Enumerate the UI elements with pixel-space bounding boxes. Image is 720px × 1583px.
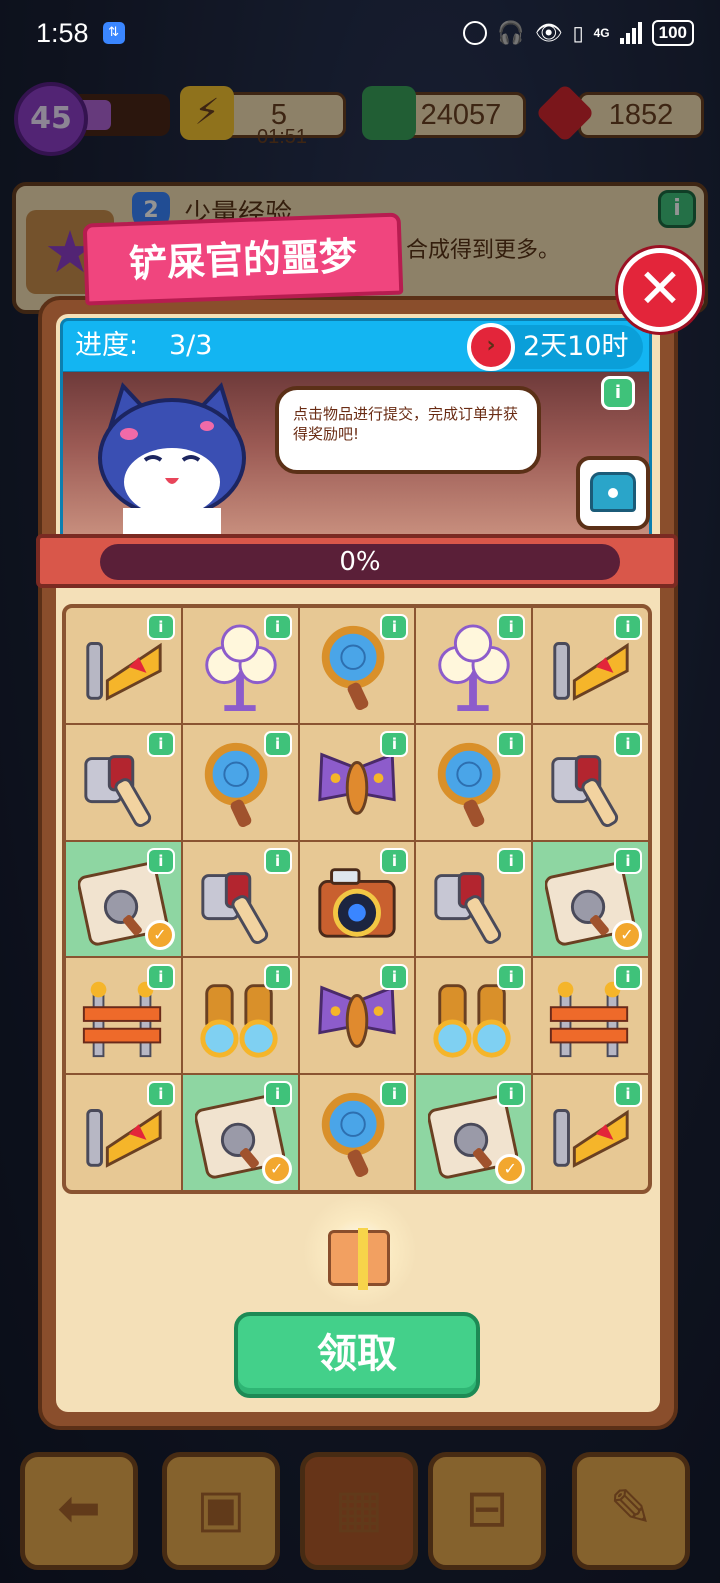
grid-cell-sign[interactable]: i bbox=[66, 1075, 181, 1190]
hint-speech-bubble: 点击物品进行提交，完成订单并获得奖励吧! bbox=[275, 386, 541, 474]
info-icon[interactable]: i bbox=[146, 1081, 175, 1108]
checkmark-icon: ✓ bbox=[612, 920, 642, 951]
info-icon[interactable]: i bbox=[614, 614, 642, 640]
grid-cell-evidence-bag[interactable]: i ✓ bbox=[182, 1075, 298, 1190]
grid-cell-flashlight[interactable]: i bbox=[66, 724, 181, 840]
checkmark-icon: ✓ bbox=[495, 1154, 526, 1184]
grid-cell-evidence-bag[interactable]: i ✓ bbox=[66, 841, 181, 957]
time-left-text: 2天10时 bbox=[523, 331, 629, 362]
grid-cell-magnifier[interactable]: i bbox=[299, 608, 415, 723]
alarm-icon bbox=[463, 21, 488, 45]
checkmark-icon: ✓ bbox=[261, 1154, 292, 1184]
event-title-ribbon: 铲屎官的噩梦 bbox=[82, 212, 404, 306]
time-remaining: › 2天10时 bbox=[467, 323, 643, 371]
event-scene: 点击物品进行提交，完成订单并获得奖励吧! i bbox=[60, 372, 652, 536]
grid-cell-magnifier[interactable]: i bbox=[182, 724, 298, 840]
info-icon[interactable]: i bbox=[380, 730, 409, 757]
info-icon[interactable]: i bbox=[263, 847, 292, 874]
completion-bar: 0% bbox=[100, 544, 620, 580]
info-icon[interactable]: i bbox=[614, 964, 642, 991]
info-icon[interactable]: i bbox=[146, 730, 175, 757]
completion-plank: 0% bbox=[36, 534, 678, 588]
eye-icon: 👁 bbox=[534, 20, 563, 45]
info-icon[interactable]: i bbox=[614, 730, 642, 757]
info-icon[interactable]: i bbox=[380, 964, 409, 991]
info-icon[interactable]: i bbox=[601, 376, 635, 410]
info-icon[interactable]: i bbox=[380, 847, 409, 874]
grid-cell-lamp[interactable]: i bbox=[182, 608, 298, 723]
claim-label: 领取 bbox=[317, 1331, 397, 1377]
info-icon[interactable]: i bbox=[263, 730, 292, 757]
info-icon[interactable]: i bbox=[146, 614, 175, 640]
grid-cell-lamp[interactable]: i bbox=[416, 608, 532, 723]
vibrate-icon: ▯ bbox=[572, 22, 584, 45]
info-icon[interactable]: i bbox=[146, 847, 175, 874]
network-label: 4G bbox=[593, 26, 610, 40]
status-bar: 1:58 ⇅ 🎧 👁 ▯ 4G 100 bbox=[0, 0, 720, 66]
info-icon[interactable]: i bbox=[497, 964, 526, 991]
status-time: 1:58 bbox=[36, 17, 89, 48]
grid-cell-evidence-bag[interactable]: i ✓ bbox=[533, 841, 648, 957]
progress-value: 3/3 bbox=[169, 330, 213, 361]
item-grid: i i i i i i i i i i i ✓ i i i i ✓ i i i i i i i ✓ i i ✓ i bbox=[62, 604, 652, 1194]
grid-cell-binoculars[interactable]: i bbox=[416, 958, 532, 1074]
grid-cell-moth[interactable]: i bbox=[299, 958, 415, 1074]
info-icon[interactable]: i bbox=[380, 614, 409, 640]
signal-icon bbox=[619, 22, 642, 44]
info-icon[interactable]: i bbox=[497, 614, 526, 640]
info-icon[interactable]: i bbox=[614, 1081, 642, 1108]
info-icon[interactable]: i bbox=[263, 614, 292, 640]
clock-icon: › bbox=[467, 323, 515, 371]
grid-cell-sign[interactable]: i bbox=[66, 608, 181, 723]
grid-cell-magnifier[interactable]: i bbox=[416, 724, 532, 840]
info-icon[interactable]: i bbox=[380, 1081, 409, 1108]
grid-cell-moth[interactable]: i bbox=[299, 724, 415, 840]
info-icon[interactable]: i bbox=[614, 847, 642, 874]
headphones-icon: 🎧 bbox=[497, 20, 525, 45]
grid-cell-magnifier[interactable]: i bbox=[299, 1075, 415, 1190]
grid-cell-barrier[interactable]: i bbox=[66, 958, 181, 1074]
info-icon[interactable]: i bbox=[497, 730, 526, 757]
cat-character bbox=[98, 382, 246, 536]
grid-cell-camera[interactable]: i bbox=[299, 841, 415, 957]
grid-cell-barrier[interactable]: i bbox=[533, 958, 648, 1074]
info-icon[interactable]: i bbox=[497, 847, 526, 874]
grid-cell-flashlight[interactable]: i bbox=[533, 724, 648, 840]
grid-cell-flashlight[interactable]: i bbox=[416, 841, 532, 957]
progress-header: 进度: 3/3 › 2天10时 bbox=[60, 318, 652, 374]
claim-button[interactable]: 领取 bbox=[234, 1312, 480, 1398]
gift-ribbon bbox=[358, 1228, 368, 1290]
close-button[interactable]: ✕ bbox=[618, 248, 702, 332]
progress-label: 进度: bbox=[75, 330, 139, 361]
info-icon[interactable]: i bbox=[263, 1081, 292, 1108]
grid-cell-binoculars[interactable]: i bbox=[182, 958, 298, 1074]
event-title: 铲屎官的噩梦 bbox=[128, 234, 358, 286]
grid-cell-flashlight[interactable]: i bbox=[182, 841, 298, 957]
battery-icon: 100 bbox=[651, 20, 694, 46]
completion-text: 0% bbox=[339, 547, 381, 577]
reward-chest-button[interactable] bbox=[576, 456, 650, 530]
info-icon[interactable]: i bbox=[497, 1081, 526, 1108]
grid-cell-evidence-bag[interactable]: i ✓ bbox=[416, 1075, 532, 1190]
reward-gift-box[interactable] bbox=[300, 1196, 420, 1306]
status-icons: 🎧 👁 ▯ 4G 100 bbox=[463, 20, 694, 46]
info-icon[interactable]: i bbox=[146, 964, 175, 991]
checkmark-icon: ✓ bbox=[144, 920, 175, 951]
treasure-chest-icon bbox=[590, 472, 636, 512]
app-notification-icon: ⇅ bbox=[102, 22, 125, 44]
info-icon[interactable]: i bbox=[263, 964, 292, 991]
grid-cell-sign[interactable]: i bbox=[533, 608, 648, 723]
grid-cell-sign[interactable]: i bbox=[533, 1075, 648, 1190]
close-icon: ✕ bbox=[637, 257, 683, 320]
